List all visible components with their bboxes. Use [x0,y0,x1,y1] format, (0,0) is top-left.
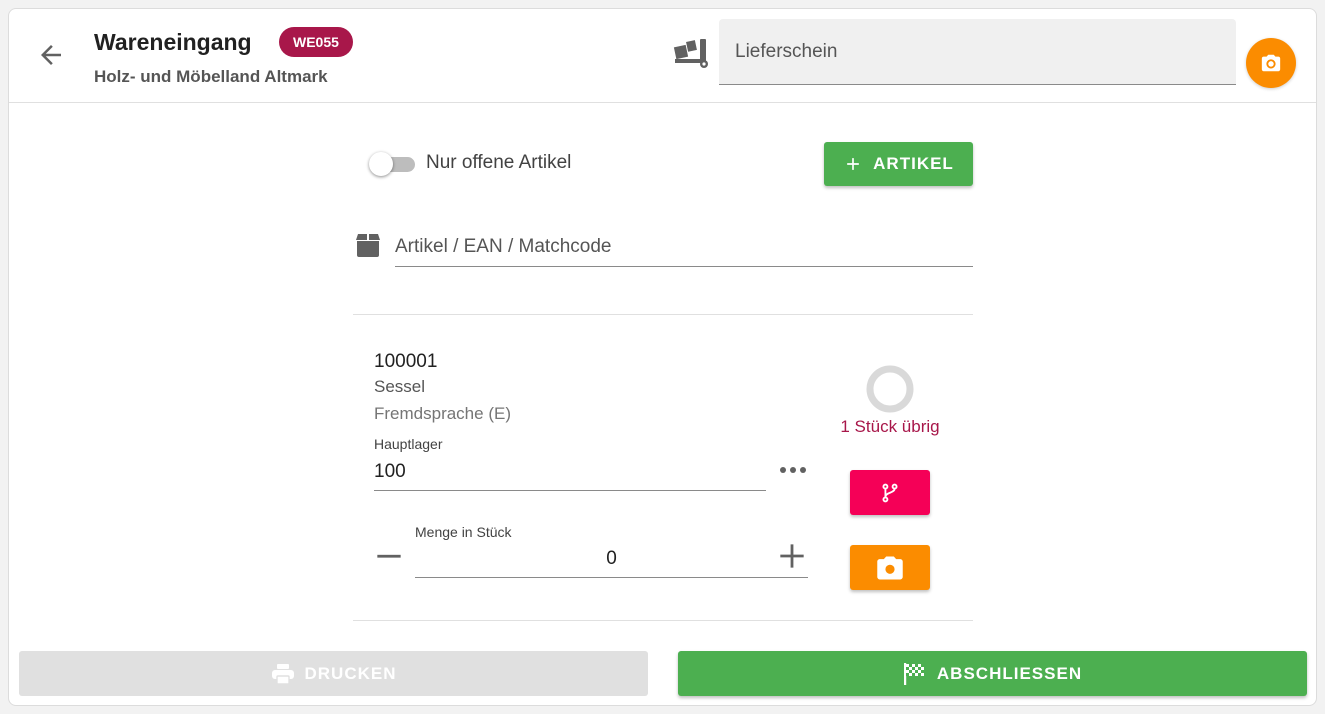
plus-icon [847,158,859,170]
divider-top [353,314,973,315]
open-items-toggle[interactable] [369,152,417,176]
status-badge: WE055 [279,27,353,57]
supplier-name: Holz- und Möbelland Altmark [94,67,328,86]
article-name: Sessel [374,377,426,396]
toggle-thumb [369,152,393,176]
lager-field[interactable] [374,454,766,491]
plus-icon [780,544,804,568]
camera-icon [877,556,903,579]
progress-ring [866,365,914,413]
open-items-toggle-label: Nur offene Artikel [426,152,572,173]
article-search-input[interactable] [395,227,973,266]
finish-button[interactable]: ABSCHLIESSEN [678,651,1307,696]
add-artikel-button[interactable]: ARTIKEL [824,142,973,186]
article-search-field[interactable] [395,227,973,267]
remaining-text: 1 Stück übrig [840,417,940,436]
finish-label: ABSCHLIESSEN [936,663,1083,683]
page-title: Wareneingang [94,29,252,55]
truck-loading-icon [673,39,708,68]
print-label: DRUCKEN [304,663,397,683]
lieferschein-field[interactable] [719,19,1236,85]
article-language: Fremdsprache (E) [374,404,511,423]
more-horizontal-icon [780,467,806,473]
header: Wareneingang WE055 Holz- und Möbelland A… [9,9,1316,103]
back-button[interactable] [33,37,69,73]
camera-icon [1261,54,1281,72]
divider-bottom [353,620,973,621]
checkered-flag-icon [903,662,924,685]
source-branch-icon [882,483,898,502]
quantity-input[interactable] [415,541,808,577]
printer-icon [271,663,294,685]
header-camera-button[interactable] [1246,38,1296,88]
increase-quantity-button[interactable] [777,541,807,571]
lieferschein-input[interactable] [719,19,1236,84]
minus-icon [377,554,401,558]
box-icon [356,234,380,257]
quantity-field[interactable] [415,541,808,578]
item-camera-button[interactable] [850,545,930,590]
add-artikel-label: ARTIKEL [873,154,954,173]
article-number: 100001 [374,351,438,372]
lager-label: Hauptlager [374,436,443,452]
decrease-quantity-button[interactable] [374,541,404,571]
split-button[interactable] [850,470,930,515]
more-options-button[interactable] [777,458,809,482]
lager-input[interactable] [374,454,766,490]
app-frame: Wareneingang WE055 Holz- und Möbelland A… [8,8,1317,706]
quantity-label: Menge in Stück [415,524,512,540]
arrow-left-icon [41,45,61,65]
print-button[interactable]: DRUCKEN [19,651,648,696]
